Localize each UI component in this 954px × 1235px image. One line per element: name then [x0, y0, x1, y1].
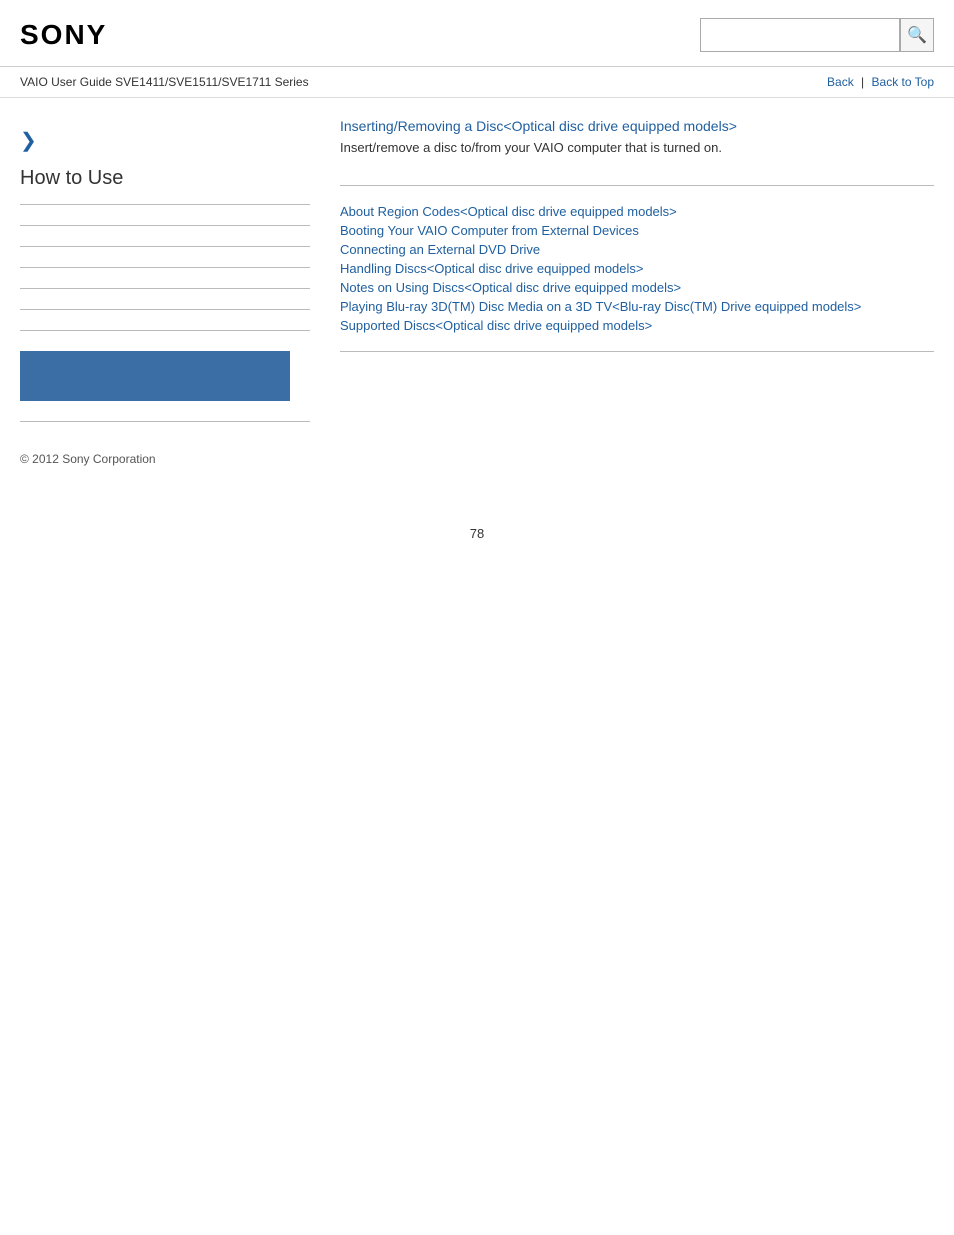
page-header: SONY 🔍	[0, 0, 954, 67]
sidebar-heading: How to Use	[20, 167, 310, 190]
breadcrumb-nav: Back | Back to Top	[827, 75, 934, 89]
list-item: Handling Discs<Optical disc drive equipp…	[340, 261, 934, 276]
page-number: 78	[0, 526, 954, 561]
list-item: Notes on Using Discs<Optical disc drive …	[340, 280, 934, 295]
sidebar-item-line-3	[20, 267, 310, 268]
content-area: Inserting/Removing a Disc<Optical disc d…	[310, 118, 934, 466]
sidebar-item-line-7	[20, 421, 310, 422]
search-icon: 🔍	[907, 25, 927, 45]
search-input[interactable]	[733, 28, 893, 43]
sidebar-item-line-6	[20, 330, 310, 331]
related-link[interactable]: Playing Blu-ray 3D(TM) Disc Media on a 3…	[340, 299, 861, 314]
expand-arrow-icon[interactable]: ❯	[20, 128, 310, 153]
sidebar-item-line-1	[20, 225, 310, 226]
main-container: ❯ How to Use © 2012 Sony Corporation Ins…	[0, 98, 954, 486]
back-to-top-link[interactable]: Back to Top	[872, 75, 934, 89]
breadcrumb-bar: VAIO User Guide SVE1411/SVE1511/SVE1711 …	[0, 67, 954, 98]
list-item: Playing Blu-ray 3D(TM) Disc Media on a 3…	[340, 299, 934, 314]
search-button[interactable]: 🔍	[900, 18, 934, 52]
list-item: Supported Discs<Optical disc drive equip…	[340, 318, 934, 333]
list-item: About Region Codes<Optical disc drive eq…	[340, 204, 934, 219]
related-link[interactable]: Supported Discs<Optical disc drive equip…	[340, 318, 652, 333]
sidebar-divider-1	[20, 204, 310, 205]
related-link[interactable]: Booting Your VAIO Computer from External…	[340, 223, 639, 238]
sidebar-blue-block	[20, 351, 290, 401]
related-link[interactable]: Notes on Using Discs<Optical disc drive …	[340, 280, 681, 295]
content-description: Insert/remove a disc to/from your VAIO c…	[340, 140, 934, 155]
copyright-text: © 2012 Sony Corporation	[20, 452, 310, 466]
sidebar-item-line-2	[20, 246, 310, 247]
list-item: Connecting an External DVD Drive	[340, 242, 934, 257]
content-divider-top	[340, 185, 934, 186]
sidebar-item-line-5	[20, 309, 310, 310]
related-links-list: About Region Codes<Optical disc drive eq…	[340, 204, 934, 333]
sidebar-item-line-4	[20, 288, 310, 289]
list-item: Booting Your VAIO Computer from External…	[340, 223, 934, 238]
sony-logo: SONY	[20, 19, 107, 51]
breadcrumb-separator: |	[861, 75, 864, 89]
related-link[interactable]: Handling Discs<Optical disc drive equipp…	[340, 261, 644, 276]
main-topic-link[interactable]: Inserting/Removing a Disc<Optical disc d…	[340, 118, 934, 134]
sidebar: ❯ How to Use © 2012 Sony Corporation	[20, 118, 310, 466]
search-input-box[interactable]	[700, 18, 900, 52]
related-link[interactable]: About Region Codes<Optical disc drive eq…	[340, 204, 677, 219]
content-divider-bottom	[340, 351, 934, 352]
guide-title: VAIO User Guide SVE1411/SVE1511/SVE1711 …	[20, 75, 309, 89]
back-link[interactable]: Back	[827, 75, 854, 89]
related-link[interactable]: Connecting an External DVD Drive	[340, 242, 540, 257]
